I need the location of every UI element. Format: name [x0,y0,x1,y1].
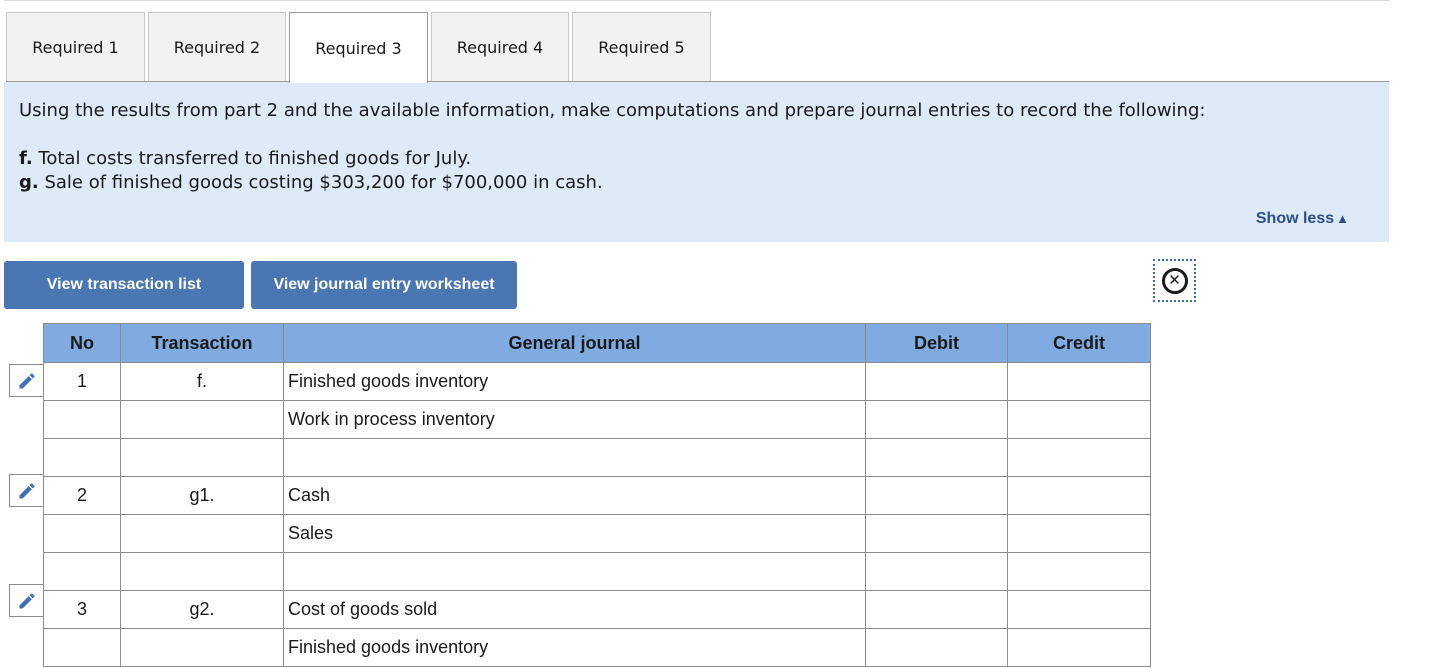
instructions-panel: Using the results from part 2 and the av… [4,82,1389,242]
cell-account [283,438,866,477]
table-row: Sales [43,514,1151,553]
table-row [43,552,1151,591]
instruction-item-f: f. Total costs transferred to finished g… [19,148,471,169]
table-row: Finished goods inventory [43,628,1151,667]
cell-no: 1 [43,362,121,401]
account-name: Sales [288,523,334,543]
header-credit: Credit [1007,323,1151,363]
cell-no [43,552,121,591]
cell-transaction [120,514,284,553]
table-row [43,438,1151,477]
cell-no: 3 [43,590,121,629]
account-name: Cash [288,485,331,505]
item-marker: g. [19,172,39,193]
cell-credit-input[interactable] [1007,628,1151,667]
cell-account [283,552,866,591]
cell-credit-input[interactable] [1007,438,1151,477]
tab-required-3[interactable]: Required 3 [289,12,428,83]
edit-entry-1-button[interactable] [9,364,43,397]
instruction-item-g: g. Sale of finished goods costing $303,2… [19,172,603,193]
header-debit: Debit [865,323,1008,363]
cell-debit-input[interactable] [865,362,1008,401]
header-general-journal: General journal [283,323,866,363]
tab-required-5[interactable]: Required 5 [572,12,711,82]
requirement-tabs: Required 1 Required 2 Required 3 Require… [6,12,714,83]
cell-credit-input[interactable] [1007,400,1151,439]
cell-credit-input[interactable] [1007,552,1151,591]
edit-entry-2-button[interactable] [9,474,43,507]
header-no: No [43,323,121,363]
cell-credit-input[interactable] [1007,590,1151,629]
header-transaction: Transaction [120,323,284,363]
cell-debit-input[interactable] [865,476,1008,515]
cell-no [43,438,121,477]
cell-debit-input[interactable] [865,590,1008,629]
cell-debit-input[interactable] [865,438,1008,477]
cell-transaction [120,400,284,439]
cell-transaction [120,628,284,667]
table-row: 3 g2. Cost of goods sold [43,590,1151,629]
top-divider [4,0,1390,1]
account-name: Cost of goods sold [288,599,438,619]
cell-transaction: f. [120,362,284,401]
cell-account: Sales [283,514,866,553]
cell-transaction: g1. [120,476,284,515]
cell-credit-input[interactable] [1007,514,1151,553]
account-name: Work in process inventory [288,409,495,429]
tab-required-2[interactable]: Required 2 [148,12,286,82]
instructions-text: Using the results from part 2 and the av… [19,100,1206,121]
cell-credit-input[interactable] [1007,476,1151,515]
view-journal-entry-worksheet-button[interactable]: View journal entry worksheet [251,261,517,309]
item-marker: f. [19,148,33,169]
show-less-label: Show less [1255,210,1335,227]
cell-debit-input[interactable] [865,514,1008,553]
cell-no [43,514,121,553]
tab-required-1[interactable]: Required 1 [6,12,145,82]
cell-no: 2 [43,476,121,515]
cell-transaction [120,552,284,591]
cell-account: Work in process inventory [283,400,866,439]
cell-credit-input[interactable] [1007,362,1151,401]
cell-account: Finished goods inventory [283,628,866,667]
table-row: 1 f. Finished goods inventory [43,362,1151,401]
table-header-row: No Transaction General journal Debit Cre… [43,323,1151,363]
cell-account: Cost of goods sold [283,590,866,629]
cell-no [43,400,121,439]
cell-debit-input[interactable] [865,628,1008,667]
show-less-link[interactable]: Show less ▲ [1256,210,1349,228]
edit-entry-3-button[interactable] [9,584,43,617]
table-row: 2 g1. Cash [43,476,1151,515]
triangle-up-icon: ▲ [1336,211,1349,226]
cell-account: Finished goods inventory [283,362,866,401]
general-journal-table: No Transaction General journal Debit Cre… [43,323,1151,667]
account-name [284,447,288,467]
account-name: Finished goods inventory [288,371,489,391]
view-transaction-list-button[interactable]: View transaction list [4,261,244,309]
cell-no [43,628,121,667]
cell-transaction: g2. [120,590,284,629]
cell-debit-input[interactable] [865,552,1008,591]
tab-required-4[interactable]: Required 4 [431,12,569,82]
cell-debit-input[interactable] [865,400,1008,439]
close-button[interactable]: ✕ [1153,259,1196,302]
item-text: Sale of finished goods costing $303,200 … [38,172,603,193]
circled-x-icon: ✕ [1161,267,1188,294]
table-row: Work in process inventory [43,400,1151,439]
cell-transaction [120,438,284,477]
account-name [284,561,288,581]
item-text: Total costs transferred to finished good… [32,148,472,169]
pencil-icon [19,372,35,388]
pencil-icon [19,592,35,608]
account-name: Finished goods inventory [288,637,489,657]
pencil-icon [19,482,35,498]
cell-account: Cash [283,476,866,515]
